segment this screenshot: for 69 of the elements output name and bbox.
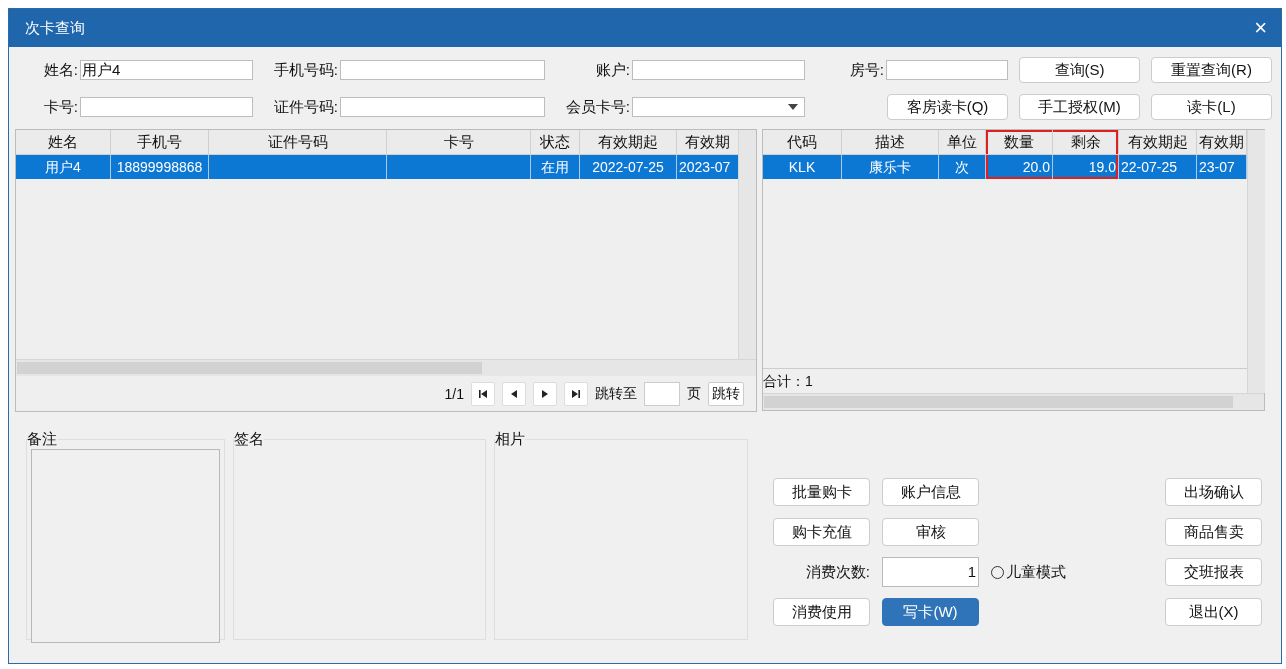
table-cell: 19.0 [1053,155,1119,179]
toolbar-button[interactable]: 重置查询(R) [1151,57,1272,83]
table-row[interactable]: 用户4 18899998868 在用 2022-07-25 2023-07 [16,155,738,179]
toolbar-button[interactable]: 读卡(L) [1151,94,1272,120]
group-title: 备注 [27,430,57,449]
last-page-button[interactable] [564,381,588,406]
action-button[interactable]: 审核 [882,518,979,546]
caret-icon [788,104,798,110]
field-label: 姓名: [42,60,79,80]
prev-page-button[interactable] [502,381,526,406]
count-field[interactable]: 1 [882,557,979,587]
field-label: 证件号码: [272,97,339,117]
toolbar-button[interactable]: 客房读卡(Q) [887,94,1008,120]
field-label: 卡号: [42,97,79,117]
horizontal-scrollbar[interactable] [16,359,756,376]
skip-arrow-icon [478,388,488,399]
group-title: 签名 [234,430,264,449]
vertical-scrollbar[interactable] [1247,130,1265,393]
triangle-arrow-icon [509,388,519,399]
table-cell: 20.0 [986,155,1053,179]
field-label: 房号: [848,60,885,80]
vertical-scrollbar[interactable] [738,130,756,359]
skip-arrow-icon [571,388,581,399]
action-button[interactable]: 商品售卖 [1165,518,1262,546]
first-page-button[interactable] [471,381,495,406]
table-cell: 在用 [531,155,580,179]
action-button[interactable]: 消费使用 [773,598,870,626]
window-title: 次卡查询 [25,18,85,38]
page-unit-label: 页 [687,384,701,403]
action-button[interactable]: 出场确认 [1165,478,1262,506]
goto-button[interactable]: 跳转 [708,381,744,406]
page-input[interactable] [644,381,680,406]
text-field[interactable] [80,97,253,117]
table-cell: 22-07-25 [1119,155,1197,179]
text-field[interactable] [886,60,1008,80]
text-field[interactable] [340,60,545,80]
action-button[interactable]: 账户信息 [882,478,979,506]
triangle-arrow-icon [540,388,550,399]
toolbar-button[interactable]: 手工授权(M) [1019,94,1140,120]
table-cell: 用户4 [16,155,111,179]
group-title: 相片 [495,430,525,449]
child-mode-radio[interactable]: 儿童模式 [991,562,1066,582]
action-button[interactable]: 批量购卡 [773,478,870,506]
text-field[interactable]: 用户4 [80,60,253,80]
next-page-button[interactable] [533,381,557,406]
horizontal-scrollbar[interactable] [763,393,1264,410]
table-cell: KLK [763,155,842,179]
goto-label: 跳转至 [595,384,637,403]
column-header[interactable]: 数量 [986,130,1053,155]
column-header[interactable]: 剩余 [1053,130,1119,155]
action-button[interactable]: 写卡(W) [882,598,979,626]
toolbar-button[interactable]: 查询(S) [1019,57,1140,83]
table-cell: 康乐卡 [842,155,939,179]
table-cell: 2022-07-25 [580,155,677,179]
table-row[interactable]: KLK 康乐卡 次 20.0 19.0 22-07-25 23-07 [763,155,1247,179]
text-field[interactable] [632,60,805,80]
table-cell: 次 [939,155,986,179]
action-button[interactable]: 退出(X) [1165,598,1262,626]
dropdown-field[interactable] [632,97,805,117]
table-cell: 18899998868 [111,155,209,179]
count-label: 消费次数: [804,562,870,582]
field-label: 账户: [594,60,631,80]
field-label: 会员卡号: [564,97,631,117]
action-button[interactable]: 交班报表 [1165,558,1262,586]
page-indicator: 1/1 [444,385,464,402]
action-button[interactable]: 购卡充值 [773,518,870,546]
text-field[interactable] [340,97,545,117]
close-button[interactable]: × [1248,17,1273,39]
field-label: 手机号码: [272,60,339,80]
